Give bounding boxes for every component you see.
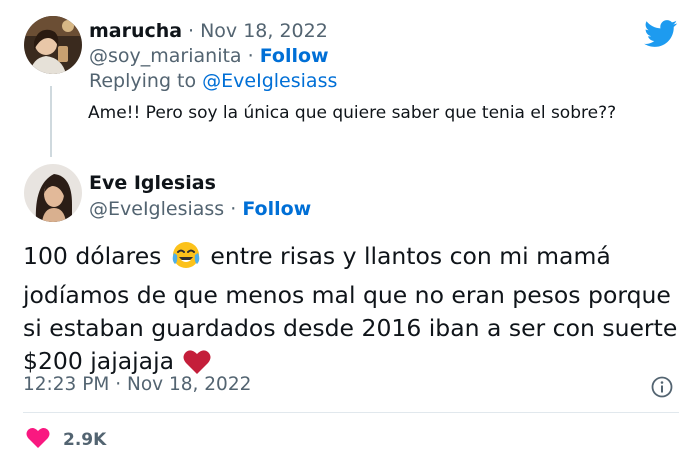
info-icon[interactable]	[651, 376, 673, 402]
divider	[23, 412, 679, 413]
reply-author-handle[interactable]: @soy_marianita	[89, 45, 242, 67]
separator-dot: ·	[115, 374, 122, 395]
reply-follow-button[interactable]: Follow	[260, 45, 329, 67]
face-with-tears-of-joy-icon	[171, 240, 201, 279]
separator-dot: ·	[230, 198, 237, 220]
like-action[interactable]: 2.9K	[26, 427, 106, 453]
tweet-text: 100 dólares entre risas y llantos con mi…	[23, 240, 683, 384]
heart-icon[interactable]	[26, 427, 50, 453]
twitter-bird-icon[interactable]	[644, 20, 678, 52]
reply-date[interactable]: Nov 18, 2022	[200, 20, 328, 42]
replying-to-line: Replying to @EveIglesiass	[89, 70, 337, 92]
tweet-timestamp[interactable]: 12:23 PM · Nov 18, 2022	[23, 374, 251, 395]
separator-dot: ·	[247, 45, 254, 67]
reply-handle-row: @soy_marianita · Follow	[89, 45, 329, 67]
like-count: 2.9K	[63, 430, 107, 450]
tweet-handle-row: @EveIglesiass · Follow	[89, 198, 311, 220]
tweet-date[interactable]: Nov 18, 2022	[127, 374, 251, 395]
tweet-author-name[interactable]: Eve Iglesias	[89, 172, 216, 194]
replying-to-handle-link[interactable]: @EveIglesiass	[202, 70, 337, 92]
reply-author-avatar[interactable]	[24, 16, 82, 74]
tweet-text-part1: 100 dólares	[23, 242, 162, 270]
tweet-author-handle[interactable]: @EveIglesiass	[89, 198, 224, 220]
reply-text: Ame!! Pero soy la única que quiere saber…	[88, 103, 617, 123]
thread-connector-line	[50, 86, 52, 157]
replying-to-label: Replying to	[89, 70, 197, 92]
reply-author-name[interactable]: marucha	[89, 20, 182, 42]
tweet-follow-button[interactable]: Follow	[242, 198, 311, 220]
tweet-time[interactable]: 12:23 PM	[23, 374, 109, 395]
reply-timestamp[interactable]: · Nov 18, 2022	[188, 20, 328, 42]
tweet-author-avatar[interactable]	[24, 164, 82, 222]
